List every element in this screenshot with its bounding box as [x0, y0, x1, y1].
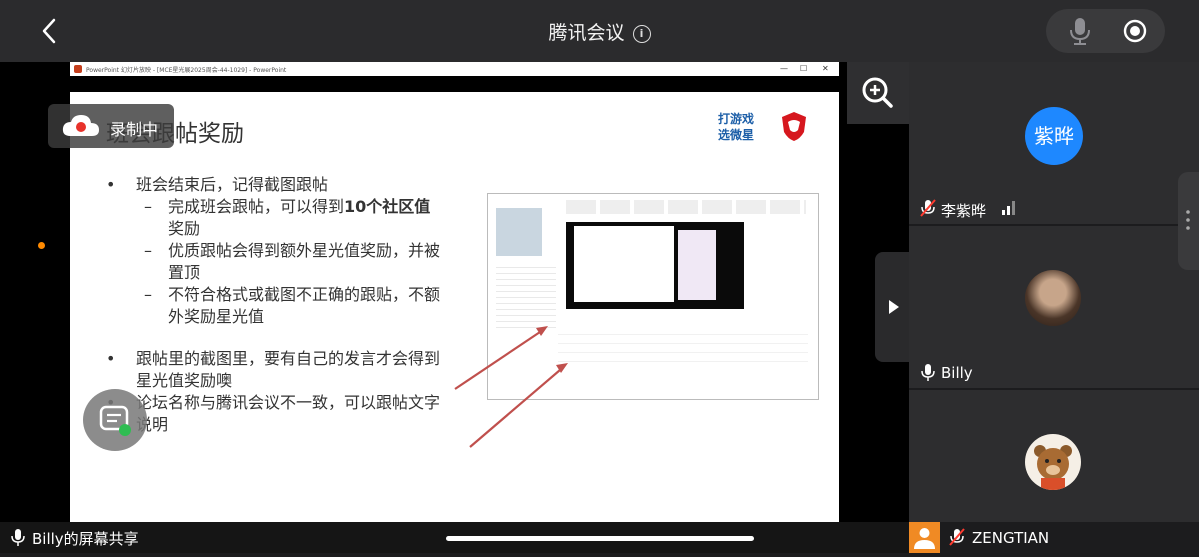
participant-name: ZENGTIAN — [972, 529, 1050, 547]
record-icon[interactable] — [1120, 15, 1150, 47]
svg-text:选微星: 选微星 — [718, 127, 754, 142]
ppt-titlebar: PowerPoint 幻灯片放映 - [MCE星光展2025周会-44-1029… — [70, 62, 839, 77]
signal-icon — [1002, 201, 1015, 215]
microphone-icon — [921, 364, 935, 381]
embedded-meeting-screenshot — [566, 222, 744, 309]
sub-bullet-item: 不符合格式或截图不正确的跟贴，不额外奖励星光值 — [106, 284, 446, 328]
chat-button[interactable] — [83, 389, 147, 451]
chat-icon — [99, 405, 131, 436]
powerpoint-icon — [74, 65, 82, 73]
forum-post-header — [566, 200, 806, 214]
bullet-item: 跟帖里的截图里，要有自己的发言才会得到星光值奖励噢 — [106, 348, 446, 392]
microphone-icon[interactable] — [1067, 15, 1093, 47]
svg-text:打游戏: 打游戏 — [718, 111, 754, 126]
meeting-title-text: 腾讯会议 — [548, 22, 625, 44]
bear-avatar-icon — [1034, 445, 1072, 490]
info-icon[interactable]: i — [632, 25, 651, 43]
forum-user-stats — [496, 262, 556, 332]
muted-mic-icon — [920, 199, 936, 217]
game-logo: 打游戏 选微星 — [716, 110, 772, 142]
home-indicator — [446, 536, 754, 541]
recording-label: 录制中 — [110, 120, 159, 139]
forum-post-screenshot — [487, 193, 819, 400]
ppt-window-title: PowerPoint 幻灯片放映 - [MCE星光展2025周会-44-1029… — [86, 67, 287, 74]
zoom-button[interactable] — [847, 62, 909, 124]
embedded-slide — [574, 226, 674, 302]
participant-name: 李紫晔 — [941, 202, 987, 220]
recording-indicator[interactable]: 录制中 — [48, 104, 174, 148]
ppt-ribbon-area — [70, 76, 839, 92]
microphone-icon — [11, 529, 25, 546]
minimize-icon: — — [780, 64, 788, 73]
sub-bullet-item: 完成班会跟帖，可以得到10个社区值奖励 — [106, 196, 446, 240]
person-icon — [914, 528, 935, 549]
sub-bullet-item: 优质跟帖会得到额外星光值奖励，并被置顶 — [106, 240, 446, 284]
maximize-icon: ☐ — [800, 64, 808, 73]
participant-name: Billy — [941, 364, 973, 382]
avatar — [1025, 434, 1081, 490]
play-arrow-icon — [889, 300, 899, 314]
participant-tile[interactable]: 紫晔 李紫晔 — [909, 62, 1199, 224]
side-drawer-handle[interactable] — [1178, 172, 1199, 270]
slide-bullets: 班会结束后，记得截图跟帖 完成班会跟帖，可以得到10个社区值奖励 优质跟帖会得到… — [106, 174, 446, 436]
forum-avatar — [496, 208, 542, 256]
bullet-item: 论坛名称与腾讯会议不一致，可以跟帖文字说明 — [106, 392, 446, 436]
bullet-item: 班会结束后，记得截图跟帖 — [106, 174, 446, 196]
participant-tile[interactable] — [909, 390, 1199, 522]
msi-shield-logo — [782, 112, 806, 141]
muted-mic-icon — [949, 528, 965, 546]
close-icon: ✕ — [822, 64, 829, 73]
zoom-in-icon — [862, 77, 893, 108]
forum-comments — [558, 326, 808, 366]
collapse-video-panel-button[interactable] — [875, 252, 909, 362]
meeting-title[interactable]: 腾讯会议 i — [0, 18, 1199, 45]
cloud-record-icon — [62, 115, 99, 136]
avatar — [1025, 270, 1081, 326]
indicator-dot — [38, 242, 45, 249]
avatar: 紫晔 — [1025, 107, 1083, 165]
participant-tile[interactable]: Billy — [909, 226, 1199, 388]
embedded-phone — [678, 230, 716, 300]
more-dots-icon — [1186, 210, 1190, 230]
screen-share-label: Billy的屏幕共享 — [32, 530, 139, 548]
user-avatar — [909, 522, 940, 553]
